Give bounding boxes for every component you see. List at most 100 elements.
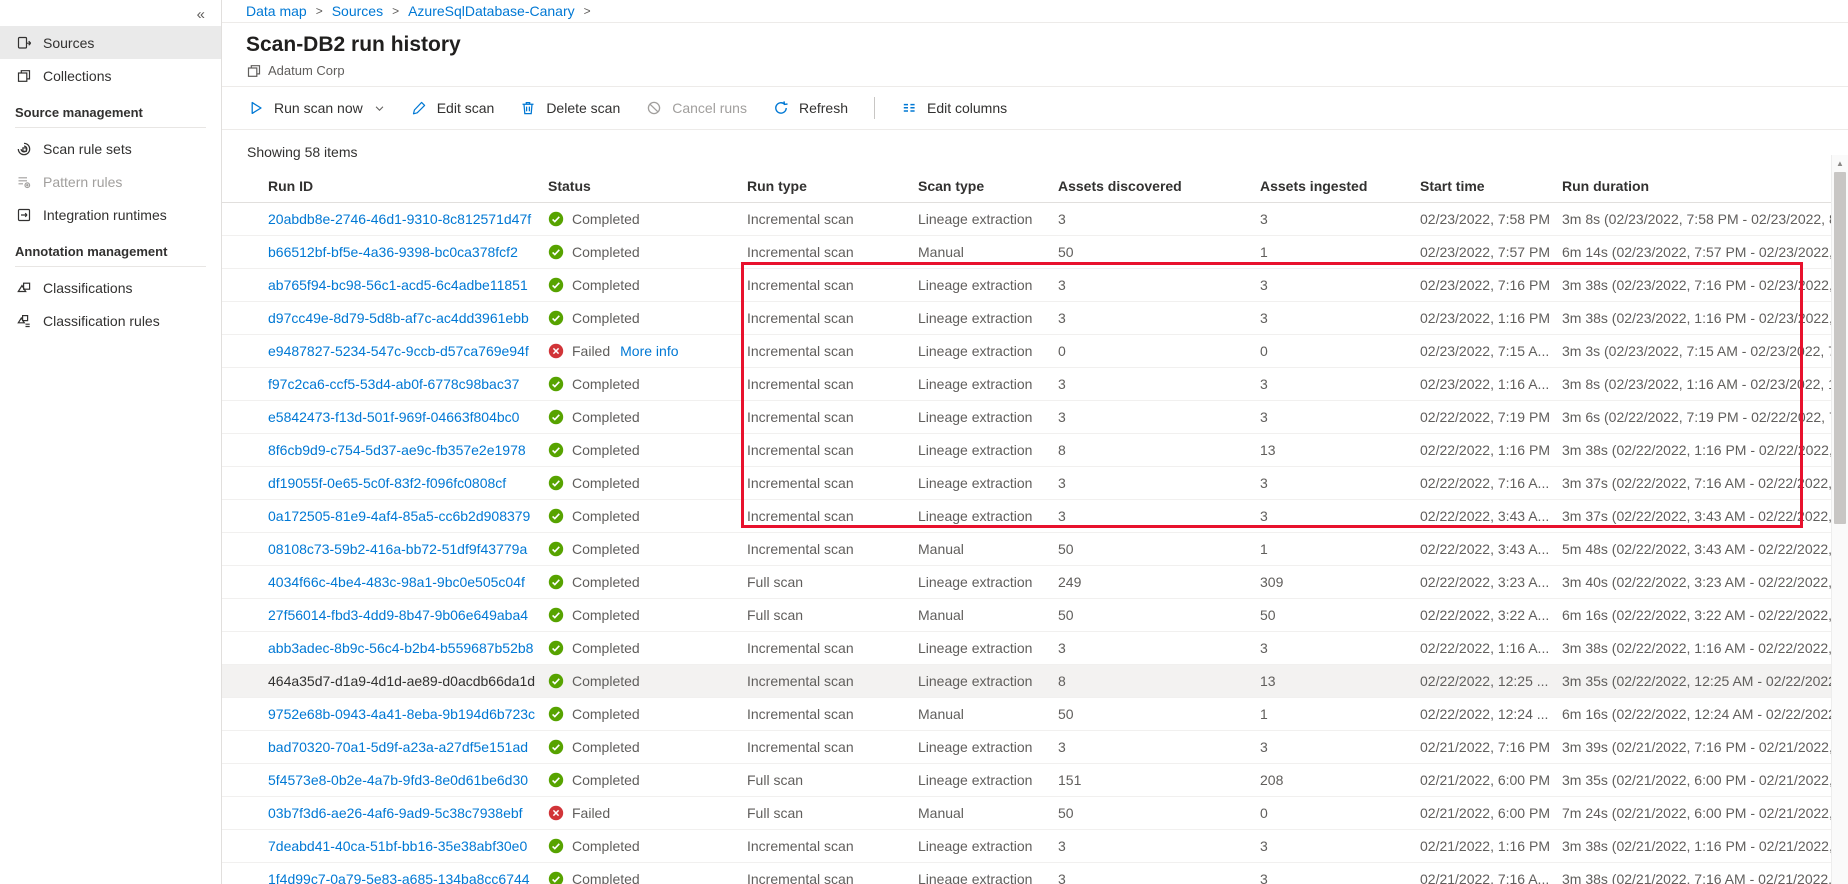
run-id-link[interactable]: 9752e68b-0943-4a41-8eba-9b194d6b723c: [268, 706, 535, 722]
delete-scan-button[interactable]: Delete scan: [520, 100, 620, 117]
chevron-down-icon[interactable]: [374, 103, 385, 114]
breadcrumb-separator-icon: >: [315, 4, 323, 18]
column-header-run-type[interactable]: Run type: [747, 178, 918, 194]
run-id-link[interactable]: 8f6cb9d9-c754-5d37-ae9c-fb357e2e1978: [268, 442, 526, 458]
run-id-link[interactable]: 03b7f3d6-ae26-4af6-9ad9-5c38c7938ebf: [268, 805, 523, 821]
scrollbar-thumb[interactable]: [1834, 172, 1846, 524]
scan-type-cell: Lineage extraction: [918, 640, 1033, 656]
run-id-link[interactable]: e9487827-5234-547c-9ccb-d57ca769e94f: [268, 343, 529, 359]
run-scan-now-label: Run scan now: [274, 100, 363, 116]
assets-discovered-cell: 50: [1058, 607, 1074, 623]
status-completed-icon: [548, 607, 564, 623]
table-row[interactable]: 27f56014-fbd3-4dd9-8b47-9b06e649aba4 Comp…: [222, 599, 1848, 632]
scan-type-cell: Lineage extraction: [918, 871, 1033, 884]
refresh-button[interactable]: Refresh: [773, 100, 848, 117]
start-time-cell: 02/23/2022, 7:58 PM: [1420, 211, 1550, 227]
run-id-link[interactable]: bad70320-70a1-5d9f-a23a-a27df5e151ad: [268, 739, 528, 755]
run-id-link[interactable]: d97cc49e-8d79-5d8b-af7c-ac4dd3961ebb: [268, 310, 529, 326]
sidebar-item-integration-runtimes[interactable]: Integration runtimes: [0, 198, 221, 231]
table-row[interactable]: 4034f66c-4be4-483c-98a1-9bc0e505c04f Comp…: [222, 566, 1848, 599]
sidebar-item-collections[interactable]: Collections: [0, 59, 221, 92]
run-id-link[interactable]: ab765f94-bc98-56c1-acd5-6c4adbe11851: [268, 277, 528, 293]
column-header-run-duration[interactable]: Run duration: [1562, 178, 1848, 194]
assets-discovered-cell: 3: [1058, 310, 1066, 326]
table-row[interactable]: f97c2ca6-ccf5-53d4-ab0f-6778c98bac37 Comp…: [222, 368, 1848, 401]
table-row[interactable]: ab765f94-bc98-56c1-acd5-6c4adbe11851 Comp…: [222, 269, 1848, 302]
table-row[interactable]: b66512bf-bf5e-4a36-9398-bc0ca378fcf2 Comp…: [222, 236, 1848, 269]
table-row[interactable]: 8f6cb9d9-c754-5d37-ae9c-fb357e2e1978 Comp…: [222, 434, 1848, 467]
run-scan-now-button[interactable]: Run scan now: [248, 100, 385, 117]
run-id-link[interactable]: 4034f66c-4be4-483c-98a1-9bc0e505c04f: [268, 574, 525, 590]
column-header-start-time[interactable]: Start time: [1420, 178, 1562, 194]
table-row[interactable]: 464a35d7-d1a9-4d1d-ae89-d0acdb66da1d Comp…: [222, 665, 1848, 698]
run-duration-cell: 5m 48s (02/22/2022, 3:43 AM - 02/22/2022…: [1562, 541, 1844, 557]
more-info-link[interactable]: More info: [620, 343, 678, 359]
run-type-cell: Incremental scan: [747, 541, 854, 557]
assets-ingested-cell: 3: [1260, 838, 1268, 854]
run-id-link[interactable]: df19055f-0e65-5c0f-83f2-f096fc0808cf: [268, 475, 506, 491]
column-header-run-id[interactable]: Run ID: [268, 178, 548, 194]
table-row[interactable]: 08108c73-59b2-416a-bb72-51df9f43779a Comp…: [222, 533, 1848, 566]
assets-ingested-cell: 3: [1260, 277, 1268, 293]
status-text: Failed: [572, 805, 611, 821]
edit-scan-button[interactable]: Edit scan: [411, 100, 495, 117]
sidebar-item-label: Collections: [43, 67, 112, 84]
run-id-link[interactable]: abb3adec-8b9c-56c4-b2b4-b559687b52b8: [268, 640, 533, 656]
sidebar-collapse-icon[interactable]: «: [197, 6, 205, 23]
sidebar: « Sources Collections Source management Sca…: [0, 0, 222, 884]
sidebar-item-classifications[interactable]: Classifications: [0, 271, 221, 304]
breadcrumb-source-name[interactable]: AzureSqlDatabase-Canary: [408, 3, 575, 19]
scrollbar-up-arrow-icon[interactable]: ▲: [1832, 155, 1848, 171]
assets-discovered-cell: 0: [1058, 343, 1066, 359]
column-header-assets-discovered[interactable]: Assets discovered: [1058, 178, 1260, 194]
table-row[interactable]: 03b7f3d6-ae26-4af6-9ad9-5c38c7938ebf Fail…: [222, 797, 1848, 830]
run-type-cell: Incremental scan: [747, 310, 854, 326]
run-id-link[interactable]: e5842473-f13d-501f-969f-04663f804bc0: [268, 409, 519, 425]
run-id-link[interactable]: 0a172505-81e9-4af4-85a5-cc6b2d908379: [268, 508, 530, 524]
table-row[interactable]: bad70320-70a1-5d9f-a23a-a27df5e151ad Comp…: [222, 731, 1848, 764]
edit-scan-label: Edit scan: [436, 100, 495, 116]
run-duration-cell: 3m 38s (02/21/2022, 1:16 PM - 02/21/2022…: [1562, 838, 1848, 854]
run-duration-cell: 3m 38s (02/23/2022, 7:16 PM - 02/23/2022…: [1562, 277, 1848, 293]
column-header-assets-ingested[interactable]: Assets ingested: [1260, 178, 1420, 194]
table-row[interactable]: d97cc49e-8d79-5d8b-af7c-ac4dd3961ebb Comp…: [222, 302, 1848, 335]
assets-ingested-cell: 3: [1260, 409, 1268, 425]
run-id-link[interactable]: 20abdb8e-2746-46d1-9310-8c812571d47f: [268, 211, 531, 227]
run-id-link[interactable]: 7deabd41-40ca-51bf-bb16-35e38abf30e0: [268, 838, 527, 854]
table-row[interactable]: abb3adec-8b9c-56c4-b2b4-b559687b52b8 Comp…: [222, 632, 1848, 665]
breadcrumb-sources[interactable]: Sources: [332, 3, 383, 19]
table-row[interactable]: e5842473-f13d-501f-969f-04663f804bc0 Comp…: [222, 401, 1848, 434]
table-row[interactable]: 7deabd41-40ca-51bf-bb16-35e38abf30e0 Comp…: [222, 830, 1848, 863]
table-row[interactable]: df19055f-0e65-5c0f-83f2-f096fc0808cf Comp…: [222, 467, 1848, 500]
run-type-cell: Incremental scan: [747, 376, 854, 392]
table-row[interactable]: 5f4573e8-0b2e-4a7b-9fd3-8e0d61be6d30 Comp…: [222, 764, 1848, 797]
assets-ingested-cell: 3: [1260, 640, 1268, 656]
run-id-link[interactable]: 27f56014-fbd3-4dd9-8b47-9b06e649aba4: [268, 607, 528, 623]
run-id-link[interactable]: b66512bf-bf5e-4a36-9398-bc0ca378fcf2: [268, 244, 518, 260]
sidebar-item-classification-rules[interactable]: Classification rules: [0, 304, 221, 337]
run-id-link[interactable]: 464a35d7-d1a9-4d1d-ae89-d0acdb66da1d: [268, 673, 535, 689]
column-header-status[interactable]: Status: [548, 178, 747, 194]
run-id-link[interactable]: 5f4573e8-0b2e-4a7b-9fd3-8e0d61be6d30: [268, 772, 528, 788]
sidebar-item-scan-rule-sets[interactable]: Scan rule sets: [0, 132, 221, 165]
edit-columns-icon: [901, 100, 918, 117]
column-header-scan-type[interactable]: Scan type: [918, 178, 1058, 194]
assets-discovered-cell: 50: [1058, 805, 1074, 821]
table-row[interactable]: e9487827-5234-547c-9ccb-d57ca769e94f Fail…: [222, 335, 1848, 368]
sidebar-divider: [15, 266, 206, 267]
run-id-link[interactable]: 08108c73-59b2-416a-bb72-51df9f43779a: [268, 541, 527, 557]
table-row[interactable]: 1f4d99c7-0a79-5e83-a685-134ba8cc6744 Comp…: [222, 863, 1848, 884]
table-row[interactable]: 9752e68b-0943-4a41-8eba-9b194d6b723c Comp…: [222, 698, 1848, 731]
breadcrumb-data-map[interactable]: Data map: [246, 3, 307, 19]
assets-ingested-cell: 3: [1260, 739, 1268, 755]
table-row[interactable]: 0a172505-81e9-4af4-85a5-cc6b2d908379 Comp…: [222, 500, 1848, 533]
edit-columns-button[interactable]: Edit columns: [901, 100, 1007, 117]
table-row[interactable]: 20abdb8e-2746-46d1-9310-8c812571d47f Comp…: [222, 203, 1848, 236]
vertical-scrollbar[interactable]: ▲: [1831, 155, 1848, 884]
run-id-link[interactable]: 1f4d99c7-0a79-5e83-a685-134ba8cc6744: [268, 871, 530, 884]
breadcrumb: Data map > Sources > AzureSqlDatabase-Ca…: [222, 0, 1848, 23]
run-id-link[interactable]: f97c2ca6-ccf5-53d4-ab0f-6778c98bac37: [268, 376, 519, 392]
scan-rule-sets-icon: [15, 140, 32, 157]
start-time-cell: 02/23/2022, 7:16 PM: [1420, 277, 1550, 293]
sidebar-item-sources[interactable]: Sources: [0, 26, 221, 59]
